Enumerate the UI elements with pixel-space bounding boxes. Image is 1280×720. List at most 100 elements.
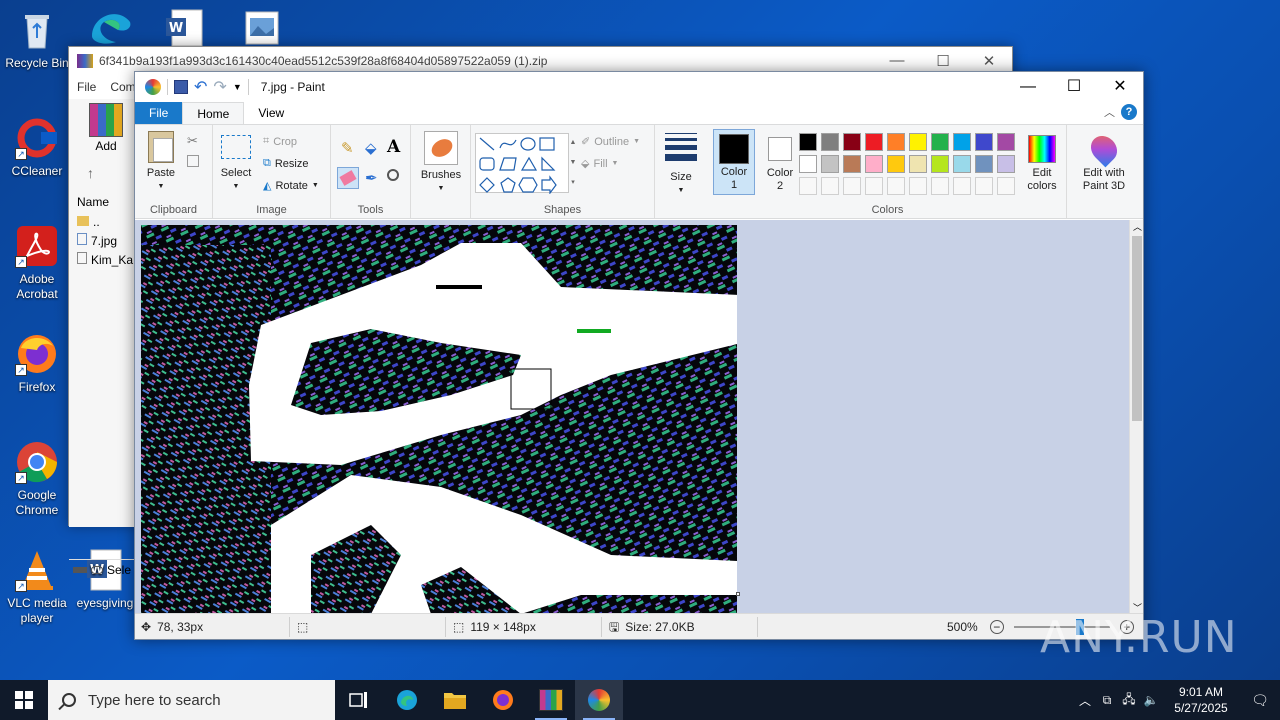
resize-button[interactable]: ⧉ Resize: [263, 157, 308, 170]
color-swatch[interactable]: [887, 177, 905, 195]
paste-button[interactable]: Paste ▼: [141, 131, 181, 193]
cut-icon[interactable]: ✂: [187, 133, 198, 149]
menu-commands[interactable]: Com: [110, 80, 135, 94]
color1-button[interactable]: Color 1: [713, 129, 755, 195]
color-picker-icon[interactable]: ✒: [365, 169, 378, 187]
zoom-out-icon[interactable]: −: [989, 620, 1004, 634]
rotate-button[interactable]: ◭ Rotate ▼: [263, 179, 319, 193]
customize-qat-icon[interactable]: ▼: [233, 82, 242, 92]
color-swatch[interactable]: [997, 133, 1015, 151]
size-button[interactable]: Size ▼: [661, 133, 701, 197]
help-icon[interactable]: ?: [1121, 104, 1137, 120]
color-swatch[interactable]: [931, 177, 949, 195]
color-swatch[interactable]: [843, 133, 861, 151]
chevron-up-icon[interactable]: ︿: [1074, 692, 1096, 709]
start-button[interactable]: [0, 680, 48, 720]
color-swatch[interactable]: [909, 155, 927, 173]
tab-view[interactable]: View: [244, 102, 298, 124]
color-swatch[interactable]: [909, 177, 927, 195]
pencil-icon[interactable]: ✎: [341, 139, 354, 157]
magnifier-icon[interactable]: [387, 169, 399, 181]
fill-button[interactable]: ⬙ Fill ▼: [581, 157, 618, 171]
color-swatch[interactable]: [931, 133, 949, 151]
color-swatch[interactable]: [931, 155, 949, 173]
color-swatch[interactable]: [975, 177, 993, 195]
network-icon[interactable]: 🖧: [1118, 690, 1140, 711]
shapes-scroll[interactable]: ▲ ▼ ▾: [567, 133, 579, 193]
maximize-button[interactable]: ☐: [1051, 72, 1097, 102]
redo-icon[interactable]: ↷: [213, 77, 226, 97]
undo-icon[interactable]: ↶: [194, 77, 207, 97]
taskbar-file-explorer[interactable]: [431, 680, 479, 720]
color-swatch[interactable]: [865, 133, 883, 151]
scroll-up-icon[interactable]: ︿: [1133, 220, 1142, 233]
vertical-scrollbar[interactable]: ︿ ﹀: [1129, 220, 1143, 614]
edit-with-paint3d-button[interactable]: Edit with Paint 3D: [1071, 130, 1137, 193]
tab-home[interactable]: Home: [182, 102, 245, 124]
scrollbar-thumb[interactable]: [1132, 236, 1142, 421]
color-swatch[interactable]: [799, 177, 817, 195]
minimize-button[interactable]: —: [874, 52, 920, 70]
list-item[interactable]: 7.jpg: [69, 232, 135, 251]
color-swatch[interactable]: [865, 155, 883, 173]
close-button[interactable]: ✕: [1097, 72, 1143, 102]
add-button[interactable]: Add: [81, 103, 131, 153]
color-swatch[interactable]: [865, 177, 883, 195]
color2-button[interactable]: Color 2: [759, 129, 801, 193]
outline-button[interactable]: ✐ Outline ▼: [581, 135, 640, 149]
taskbar-firefox[interactable]: [479, 680, 527, 720]
taskbar-edge[interactable]: [383, 680, 431, 720]
taskbar-winrar[interactable]: [527, 680, 575, 720]
taskbar-search[interactable]: Type here to search: [48, 680, 335, 720]
volume-icon[interactable]: 🔈: [1140, 693, 1162, 707]
desktop-icon-ccleaner[interactable]: ↗ CCleaner: [0, 116, 74, 179]
edge-desktop-icon[interactable]: [88, 6, 136, 46]
tab-file[interactable]: File: [135, 102, 183, 124]
column-name-header[interactable]: Name: [77, 195, 109, 209]
maximize-button[interactable]: ☐: [920, 52, 966, 70]
copy-icon[interactable]: [187, 155, 199, 167]
up-arrow-icon[interactable]: ↑: [87, 165, 94, 181]
task-view-button[interactable]: [335, 680, 383, 720]
word-desktop-icon[interactable]: W: [164, 8, 204, 47]
desktop-icon-eyesgiving[interactable]: W eyesgiving: [68, 548, 142, 611]
color-swatch[interactable]: [799, 155, 817, 173]
taskbar-paint[interactable]: [575, 680, 623, 720]
color-swatch[interactable]: [799, 133, 817, 151]
save-icon[interactable]: [174, 80, 188, 94]
color-swatch[interactable]: [909, 133, 927, 151]
close-button[interactable]: ✕: [966, 52, 1012, 70]
image-desktop-icon[interactable]: [244, 10, 280, 46]
color-swatch[interactable]: [843, 155, 861, 173]
desktop-icon-google-chrome[interactable]: ↗ Google Chrome: [0, 440, 74, 518]
menu-file[interactable]: File: [77, 80, 96, 94]
color-swatch[interactable]: [821, 155, 839, 173]
paint-titlebar[interactable]: ↶ ↷ ▼ 7.jpg - Paint — ☐ ✕: [135, 72, 1143, 102]
color-swatch[interactable]: [821, 177, 839, 195]
select-button[interactable]: Select ▼: [217, 135, 255, 193]
desktop-icon-vlc[interactable]: ↗ VLC media player: [0, 548, 74, 626]
desktop-icon-firefox[interactable]: ↗ Firefox: [0, 332, 74, 395]
color-swatch[interactable]: [953, 133, 971, 151]
edit-colors-button[interactable]: Edit colors: [1019, 135, 1065, 193]
color-swatch[interactable]: [997, 155, 1015, 173]
canvas-workspace[interactable]: [135, 220, 1130, 614]
desktop-icon-recycle-bin[interactable]: Recycle Bin: [0, 8, 74, 71]
brushes-button[interactable]: Brushes ▼: [417, 131, 465, 195]
list-item[interactable]: ..: [69, 213, 135, 232]
color-swatch[interactable]: [843, 177, 861, 195]
eraser-icon[interactable]: [337, 167, 359, 189]
color-swatch[interactable]: [975, 133, 993, 151]
device-icon[interactable]: ⧉: [1096, 693, 1118, 708]
notifications-icon[interactable]: 🗨: [1240, 692, 1280, 709]
color-swatch[interactable]: [953, 155, 971, 173]
image-canvas[interactable]: [141, 225, 737, 614]
paint-window[interactable]: ↶ ↷ ▼ 7.jpg - Paint — ☐ ✕ File Home View…: [134, 71, 1144, 640]
fill-bucket-icon[interactable]: ⬙: [365, 139, 377, 157]
color-swatch[interactable]: [975, 155, 993, 173]
color-swatch[interactable]: [953, 177, 971, 195]
minimize-button[interactable]: —: [1005, 72, 1051, 102]
color-swatch[interactable]: [821, 133, 839, 151]
color-swatch[interactable]: [887, 155, 905, 173]
text-icon[interactable]: A: [387, 137, 400, 157]
